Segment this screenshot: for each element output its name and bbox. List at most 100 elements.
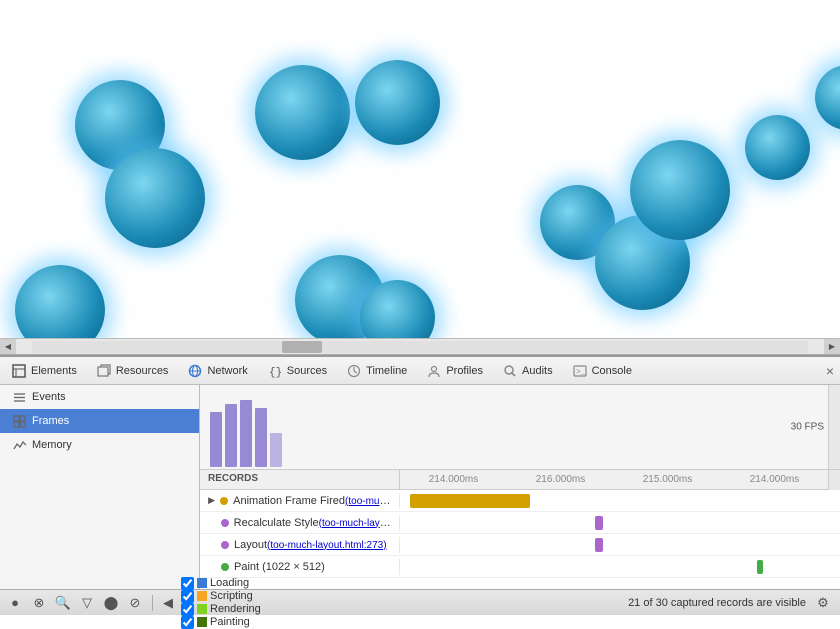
tab-sources-icon: {} xyxy=(267,363,283,379)
bubble xyxy=(815,65,840,130)
record-bar-cell-layout xyxy=(400,534,840,555)
timeline-right-scrollbar[interactable] xyxy=(828,385,840,469)
tab-audits-label: Audits xyxy=(522,365,553,377)
checkbox-color-loading xyxy=(197,578,207,588)
svg-text:>_: >_ xyxy=(576,368,586,377)
tab-profiles[interactable]: Profiles xyxy=(417,358,492,384)
checkbox-loading[interactable]: Loading xyxy=(181,577,261,590)
devtools-main: 30 FPS RECORDS 214.000ms216.000ms215.000… xyxy=(200,385,840,589)
sidebar-memory-icon xyxy=(12,438,26,452)
record-color-dot xyxy=(221,563,229,571)
fps-label: 30 FPS xyxy=(791,422,824,433)
records-rows: ▶Animation Frame Fired(too-much-...) Reca… xyxy=(200,490,840,589)
checkbox-input-scripting[interactable] xyxy=(181,590,194,603)
checkbox-scripting[interactable]: Scripting xyxy=(181,590,261,603)
tab-profiles-icon xyxy=(426,363,442,379)
timeline-bar xyxy=(270,433,282,467)
tab-timeline-icon xyxy=(346,363,362,379)
record-bar xyxy=(595,516,603,530)
checkbox-input-rendering[interactable] xyxy=(181,603,194,616)
sidebar-item-memory[interactable]: Memory xyxy=(0,433,199,457)
record-row: Recalculate Style(too-much-layu...) xyxy=(200,512,840,534)
tab-elements[interactable]: Elements xyxy=(2,358,86,384)
toolbar-block-btn[interactable]: ⊘ xyxy=(124,593,146,613)
records-section-label: RECORDS xyxy=(200,470,400,489)
record-bar-cell-animation-frame xyxy=(400,490,840,511)
records-right-scrollbar[interactable] xyxy=(828,470,840,490)
record-label-animation-frame: ▶Animation Frame Fired(too-much-...) xyxy=(200,493,400,509)
checkboxes-container: LoadingScriptingRenderingPainting xyxy=(181,577,269,629)
tab-audits[interactable]: Audits xyxy=(493,358,562,384)
checkbox-label-loading: Loading xyxy=(210,577,249,589)
timeline-time-label: 214.000ms xyxy=(721,474,828,485)
timeline-graph-container: 30 FPS xyxy=(200,385,840,469)
record-expand-arrow[interactable]: ▶ xyxy=(206,495,217,507)
record-bar-cell-paint xyxy=(400,556,840,577)
timeline-time-label: 216.000ms xyxy=(507,474,614,485)
tab-sources[interactable]: {} Sources xyxy=(258,358,336,384)
sidebar-memory-label: Memory xyxy=(32,439,72,451)
record-label-paint: Paint (1022 × 512) xyxy=(200,559,400,575)
toolbar-record-btn[interactable]: ● xyxy=(4,593,26,613)
devtools-body: EventsFrames Memory 30 FPS RECORDS 214.00… xyxy=(0,385,840,589)
devtools-close-btn[interactable]: × xyxy=(822,363,838,379)
svg-text:{}: {} xyxy=(269,367,282,378)
scrollbar-track[interactable] xyxy=(32,341,808,353)
checkbox-rendering[interactable]: Rendering xyxy=(181,603,261,616)
bubble xyxy=(255,65,350,160)
record-row: Layout(too-much-layout.html:273) xyxy=(200,534,840,556)
tab-timeline-label: Timeline xyxy=(366,365,407,377)
sidebar-events-icon xyxy=(12,390,26,404)
timeline-time-label: 215.000ms xyxy=(614,474,721,485)
record-row: Paint (1022 × 512) xyxy=(200,556,840,578)
checkbox-color-scripting xyxy=(197,591,207,601)
timeline-graph-area: 30 FPS xyxy=(200,385,828,469)
record-text-layout: Layout(too-much-layout.html:273) xyxy=(234,539,387,551)
timeline-time-label: 214.000ms xyxy=(400,474,507,485)
record-row: ▶Animation Frame Fired(too-much-...) xyxy=(200,490,840,512)
checkbox-input-painting[interactable] xyxy=(181,616,194,629)
devtools-tabs: Elements Resources Network {} Sources Timelin… xyxy=(0,357,840,385)
toolbar-clear-btn[interactable]: ⊗ xyxy=(28,593,50,613)
tab-elements-label: Elements xyxy=(31,365,77,377)
toolbar-search-btn[interactable]: 🔍 xyxy=(52,593,74,613)
devtools-panel: Elements Resources Network {} Sources Timelin… xyxy=(0,355,840,615)
tab-network-label: Network xyxy=(207,365,247,377)
toolbar-filter-btn[interactable]: ▽ xyxy=(76,593,98,613)
tab-sources-label: Sources xyxy=(287,365,327,377)
sidebar-item-frames[interactable]: Frames xyxy=(0,409,199,433)
checkbox-painting[interactable]: Painting xyxy=(181,616,261,629)
record-link[interactable]: (too-much-layout.html:273) xyxy=(267,540,387,551)
records-area: RECORDS 214.000ms216.000ms215.000ms214.0… xyxy=(200,469,840,589)
bubble xyxy=(105,148,205,248)
records-header: RECORDS 214.000ms216.000ms215.000ms214.0… xyxy=(200,470,840,490)
sidebar-item-events[interactable]: Events xyxy=(0,385,199,409)
scroll-left-arrow[interactable]: ◀ xyxy=(0,339,16,355)
checkbox-input-loading[interactable] xyxy=(181,577,194,590)
tab-network[interactable]: Network xyxy=(178,358,256,384)
tab-elements-icon xyxy=(11,363,27,379)
toolbar-dot-btn[interactable]: ⬤ xyxy=(100,593,122,613)
tab-resources[interactable]: Resources xyxy=(87,358,178,384)
checkbox-color-painting xyxy=(197,617,207,627)
timeline-bar xyxy=(210,412,222,467)
timeline-bar xyxy=(240,400,252,467)
tab-console-icon: >_ xyxy=(572,363,588,379)
checkbox-label-painting: Painting xyxy=(210,616,250,628)
record-text-recalculate-style: Recalculate Style(too-much-layu...) xyxy=(234,517,393,529)
tab-resources-icon xyxy=(96,363,112,379)
tab-console[interactable]: >_Console xyxy=(563,358,641,384)
record-link[interactable]: (too-much-...) xyxy=(345,495,393,507)
scrollbar-thumb[interactable] xyxy=(282,341,322,353)
scroll-right-arrow[interactable]: ▶ xyxy=(824,339,840,355)
checkbox-label-rendering: Rendering xyxy=(210,603,261,615)
tab-network-icon xyxy=(187,363,203,379)
record-color-dot xyxy=(221,541,229,549)
toolbar-settings-btn[interactable]: ⚙ xyxy=(812,593,834,613)
viewport-scrollbar[interactable]: ◀ ▶ xyxy=(0,338,840,354)
tab-timeline[interactable]: Timeline xyxy=(337,358,416,384)
toolbar-back-btn[interactable]: ◀ xyxy=(157,593,179,613)
record-text-paint: Paint (1022 × 512) xyxy=(234,561,325,573)
record-link[interactable]: (too-much-layu...) xyxy=(319,517,393,529)
record-color-dot xyxy=(221,519,229,527)
